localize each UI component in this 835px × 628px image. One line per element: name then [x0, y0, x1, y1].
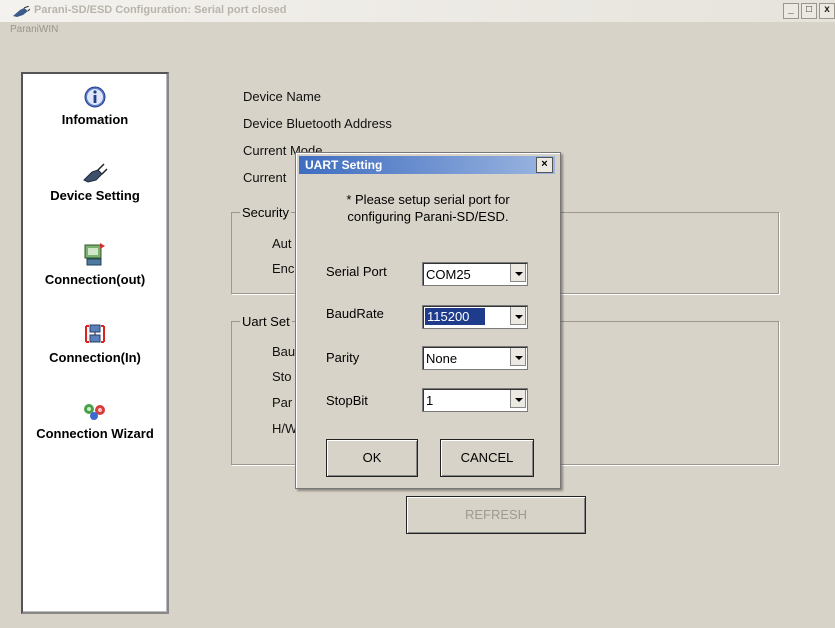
close-button[interactable]: x	[819, 3, 835, 19]
dialog-title-bar: UART Setting ×	[299, 156, 555, 174]
maximize-button[interactable]: □	[801, 3, 817, 19]
sidebar-item-connection-out[interactable]: Connection(out)	[23, 242, 167, 287]
menu-paraniwin[interactable]: ParaniWIN	[10, 24, 58, 35]
dialog-note-line-2: configuring Parani-SD/ESD.	[347, 209, 509, 224]
window-title: Parani-SD/ESD Configuration: Serial port…	[34, 4, 287, 16]
sidebar-item-connection-wizard[interactable]: Connection Wizard	[23, 400, 167, 441]
dialog-close-button[interactable]: ×	[536, 157, 553, 173]
baudrate-select[interactable]: 115200	[422, 305, 528, 329]
uart-setting-dialog: UART Setting × * Please setup serial por…	[295, 152, 561, 489]
chevron-down-icon[interactable]	[510, 264, 526, 282]
cancel-button[interactable]: CANCEL	[440, 439, 534, 477]
sidebar-item-label: Device Setting	[50, 188, 140, 203]
serial-port-select[interactable]: COM25	[422, 262, 528, 286]
connection-out-icon	[84, 243, 105, 266]
sidebar-item-label: Connection(In)	[49, 350, 141, 365]
stopbit-select[interactable]: 1	[422, 388, 528, 412]
close-icon: ×	[541, 158, 548, 170]
security-auth-label: Aut	[272, 236, 292, 251]
serial-port-label: Serial Port	[326, 264, 387, 279]
sidebar-item-infomation[interactable]: Infomation	[23, 86, 167, 127]
connection-in-icon	[85, 324, 105, 343]
dialog-note-line-1: * Please setup serial port for	[346, 192, 510, 207]
connection-wizard-icon	[84, 404, 105, 420]
serial-port-value: COM25	[426, 267, 471, 282]
baudrate-label: BaudRate	[326, 306, 384, 321]
security-group-title: Security	[240, 205, 291, 220]
baudrate-value: 115200	[425, 308, 486, 325]
parity-label: Parity	[326, 350, 360, 365]
bt-address-label: Device Bluetooth Address	[243, 116, 392, 131]
uart-baud-label: Bau	[272, 344, 296, 359]
title-bar: Parani-SD/ESD Configuration: Serial port…	[0, 0, 835, 22]
security-enc-label: Enc	[272, 261, 295, 276]
sidebar-item-device-setting[interactable]: Device Setting	[23, 162, 167, 203]
sidebar-item-connection-in[interactable]: Connection(In)	[23, 322, 167, 365]
parity-value: None	[426, 351, 458, 366]
chevron-down-icon[interactable]	[510, 390, 526, 408]
uart-hw-label: H/W	[272, 421, 298, 436]
info-icon	[84, 86, 106, 108]
dialog-title: UART Setting	[305, 158, 383, 172]
stopbit-value: 1	[426, 393, 434, 408]
sidebar-item-label: Connection(out)	[44, 272, 146, 287]
stopbit-label: StopBit	[326, 393, 368, 408]
refresh-button[interactable]: REFRESH	[406, 496, 586, 534]
chevron-down-icon[interactable]	[510, 348, 526, 366]
uart-parity-label: Par	[272, 395, 293, 410]
ok-button[interactable]: OK	[326, 439, 418, 477]
sidebar-item-label: Infomation	[61, 112, 129, 127]
chevron-down-icon[interactable]	[510, 307, 526, 325]
uart-stop-label: Sto	[272, 369, 292, 384]
parity-select[interactable]: None	[422, 346, 528, 370]
sidebar: Infomation Device Setting Connection(out…	[21, 72, 169, 614]
dialog-instructions: * Please setup serial port for configuri…	[306, 191, 550, 225]
device-name-label: Device Name	[243, 89, 322, 104]
uart-group-title: Uart Set	[240, 314, 292, 329]
sidebar-item-label: Connection Wizard	[36, 426, 154, 441]
minimize-button[interactable]: _	[783, 3, 799, 19]
current-label: Current	[243, 170, 287, 185]
device-plug-icon	[83, 163, 108, 183]
app-plug-icon	[13, 6, 30, 17]
